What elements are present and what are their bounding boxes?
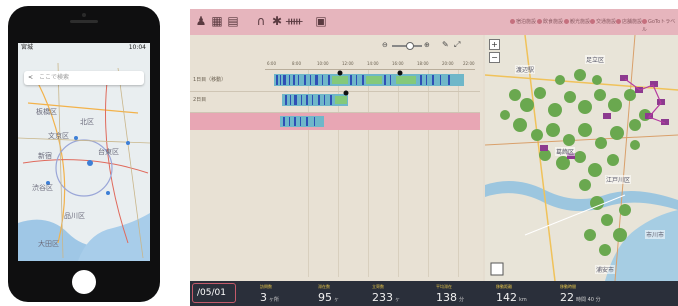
legend-dot-icon <box>590 19 595 24</box>
map-label: 大田区 <box>38 240 59 248</box>
legend-item[interactable]: 交通施設 <box>590 18 616 26</box>
map-label: 新宿 <box>38 152 52 160</box>
map-label: 江戸川区 <box>605 175 632 184</box>
phone-screen: 宮城 10:04 < ここで検索 板橋区 北区 文京区 新宿 台東区 渋谷区 品… <box>18 43 150 261</box>
map-zoom-out-button[interactable]: − <box>489 52 500 63</box>
stats-bar: /05/01 訪問数 3 ヶ所 滞在数 95 ヶ 立寄数 233 ヶ 平均滞在 138… <box>190 281 678 306</box>
map-label: 品川区 <box>64 212 85 220</box>
timeline-bars[interactable] <box>190 57 483 137</box>
legend-dot-icon <box>616 19 621 24</box>
legend-dot-icon <box>510 19 515 24</box>
pencil-icon[interactable]: ✎ <box>442 40 449 49</box>
document-icon[interactable]: ▣ <box>314 14 328 28</box>
map-label: 板橋区 <box>36 108 57 116</box>
calendar-icon[interactable]: ▦ <box>210 14 224 28</box>
home-button[interactable] <box>72 270 96 294</box>
legend-item[interactable]: 観光施設 <box>564 18 590 26</box>
map-label: 浦安市 <box>595 265 616 274</box>
stat-value: 233 ヶ <box>372 291 401 304</box>
map-label: 渡辺駅 <box>515 65 536 74</box>
legend-dot-icon <box>642 19 647 24</box>
stat-value: 138 分 <box>436 291 465 304</box>
map-label: 渋谷区 <box>32 184 53 192</box>
map-label: 市川市 <box>645 230 666 239</box>
person-icon[interactable]: ♟ <box>194 14 208 28</box>
legend-dot-icon <box>537 19 542 24</box>
stat-value: 22 時間 40 分 <box>560 291 601 304</box>
stat-label: 立寄数 <box>372 284 384 289</box>
stat-value: 95 ヶ <box>318 291 340 304</box>
legend-item[interactable]: 宿泊施設 <box>510 18 536 26</box>
map-label: 文京区 <box>48 132 69 140</box>
stat-value: 3 ヶ所 <box>260 291 280 304</box>
carrier-label: 宮城 <box>21 44 34 51</box>
notepad-icon[interactable]: ▤ <box>226 14 240 28</box>
date-selector[interactable]: /05/01 <box>192 283 236 303</box>
toolbar: ♟ ▦ ▤ ∩ ✱ ᚔ ▣ 宿泊施設 飲食施設 観光施設 交通施設 店舗施設 G… <box>190 9 678 35</box>
map-zoom-in-button[interactable]: + <box>489 39 500 50</box>
timeline-pane: ⊖ ⊕ ✎ ⤢ 6:00 8:00 10:00 12:00 14:00 16:0… <box>190 35 483 297</box>
map-label: 北区 <box>80 118 94 126</box>
map-label: 葛飾区 <box>555 147 576 156</box>
chart-icon[interactable]: ᚔ <box>286 14 302 28</box>
stat-value: 142 km <box>496 291 527 304</box>
zoom-control: ⊖ ⊕ ✎ ⤢ <box>382 40 477 51</box>
stat-label: 移動距離 <box>496 284 512 289</box>
stat-label: 平均滞在 <box>436 284 452 289</box>
phone-status-bar: 宮城 10:04 <box>18 43 150 53</box>
zoom-in-icon[interactable]: ⊕ <box>424 41 430 49</box>
clock-label: 10:04 <box>128 44 146 51</box>
smartphone: 宮城 10:04 < ここで検索 板橋区 北区 文京区 新宿 台東区 渋谷区 品… <box>8 6 160 302</box>
legend-dot-icon <box>564 19 569 24</box>
stat-label: 訪問数 <box>260 284 272 289</box>
back-chevron-icon[interactable]: < <box>28 74 33 81</box>
timeline-chart: 6:00 8:00 10:00 12:00 14:00 16:00 18:00 … <box>190 57 483 297</box>
legend-item[interactable]: 店舗施設 <box>616 18 642 26</box>
speaker-grille <box>70 20 98 23</box>
search-input[interactable]: < ここで検索 <box>24 71 144 85</box>
settings-icon[interactable]: ✱ <box>270 14 284 28</box>
desktop-app: ♟ ▦ ▤ ∩ ✱ ᚔ ▣ 宿泊施設 飲食施設 観光施設 交通施設 店舗施設 G… <box>190 9 678 306</box>
legend-item[interactable]: 飲食施設 <box>537 18 563 26</box>
expand-icon[interactable]: ⤢ <box>454 40 460 50</box>
legend-item[interactable]: GoToトラベル <box>642 18 678 34</box>
search-placeholder: ここで検索 <box>38 74 69 81</box>
shape-icon[interactable]: ∩ <box>254 14 268 28</box>
camera-dot <box>82 13 86 17</box>
stat-label: 滞在数 <box>318 284 330 289</box>
map-canvas[interactable] <box>485 35 678 281</box>
map-label: 台東区 <box>98 148 119 156</box>
zoom-out-icon[interactable]: ⊖ <box>382 41 388 49</box>
map-panel[interactable]: + − 渡辺駅 葛飾区 江戸川区 市川市 足立区 浦安市 <box>485 35 678 281</box>
map-label: 足立区 <box>585 55 606 64</box>
zoom-slider-handle[interactable] <box>406 42 414 50</box>
stat-label: 移動時間 <box>560 284 576 289</box>
